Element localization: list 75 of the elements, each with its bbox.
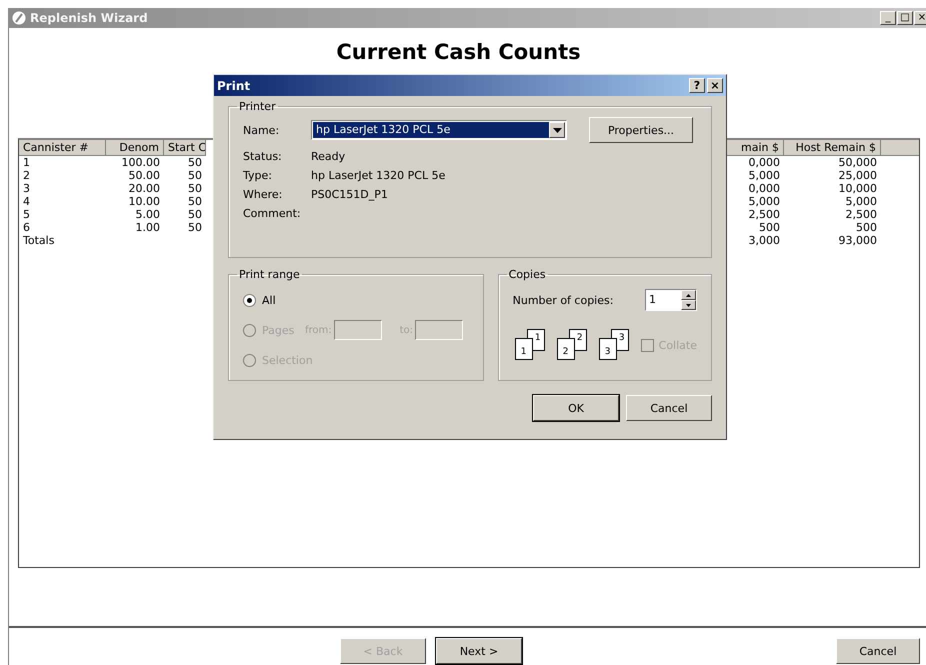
- table-cell-text: 0,000: [748, 156, 781, 169]
- properties-button[interactable]: Properties...: [589, 117, 693, 143]
- down-arrow-icon: [686, 304, 691, 306]
- window-control-button[interactable]: _: [880, 11, 896, 25]
- column-header[interactable]: main $: [725, 140, 784, 156]
- dialog-title: Print: [217, 78, 252, 92]
- table-cell-text: Totals: [22, 234, 56, 247]
- table-cell-text: 25,000: [838, 169, 878, 182]
- field-value: hp LaserJet 1320 PCL 5e: [311, 169, 446, 182]
- from-page-field[interactable]: [334, 320, 382, 340]
- group-label: Printer: [238, 100, 277, 113]
- table-cell-text: 10.00: [128, 195, 161, 208]
- table-cell-text: 500: [855, 221, 878, 234]
- up-arrow-icon: [686, 294, 691, 296]
- table-cell-text: 6: [22, 221, 31, 234]
- table-cell-text: 1: [22, 156, 31, 169]
- window-title: Replenish Wizard: [30, 11, 149, 25]
- field-label: Where:: [243, 188, 284, 201]
- table-cell-text: 10,000: [838, 182, 878, 195]
- table-cell-text: 20.00: [128, 182, 161, 195]
- page-sheet: 3: [598, 338, 617, 360]
- table-cell-text: 100.00: [120, 156, 161, 169]
- table-cell-text: 4: [22, 195, 31, 208]
- table-cell-text: 2,500: [748, 208, 781, 221]
- table-cell-text: 500: [758, 221, 781, 234]
- table-cell-text: 50,000: [838, 156, 878, 169]
- table-cell-text: 50: [187, 169, 203, 182]
- table-cell-text: 5,000: [844, 195, 878, 208]
- page-heading: Current Cash Counts: [335, 40, 582, 66]
- page-sheet: 1: [514, 338, 533, 360]
- column-header[interactable]: Denom: [106, 140, 164, 156]
- slash-circle-icon: [12, 11, 26, 25]
- table-cell-text: 50.00: [128, 169, 161, 182]
- column-header[interactable]: Cannister #: [19, 140, 106, 156]
- table-cell-text: 50: [187, 156, 203, 169]
- radio-option[interactable]: All: [243, 294, 305, 306]
- cancel-button[interactable]: Cancel: [836, 638, 920, 664]
- printer-dropdown[interactable]: hp LaserJet 1320 PCL 5e: [311, 120, 567, 140]
- window-control-button[interactable]: □: [897, 11, 913, 25]
- group-label: Copies: [508, 268, 547, 281]
- field-label: Status:: [243, 150, 283, 163]
- table-cell-text: 3,000: [748, 234, 781, 247]
- table-cell-text: 0,000: [748, 182, 781, 195]
- cancel-button[interactable]: Cancel: [626, 395, 712, 421]
- table-cell-text: 50: [187, 195, 203, 208]
- field-value: Ready: [311, 150, 346, 163]
- ok-button[interactable]: OK: [533, 395, 619, 421]
- field-label: Number of copies:: [512, 294, 614, 306]
- table-cell-text: 93,000: [838, 234, 878, 247]
- window-control-button[interactable]: ×: [914, 11, 926, 25]
- column-header[interactable]: [881, 140, 919, 156]
- table-cell-text: 1.00: [134, 221, 161, 234]
- field-value: PS0C151D_P1: [311, 188, 388, 201]
- close-button[interactable]: ×: [707, 78, 723, 93]
- table-cell-text: 50: [187, 182, 203, 195]
- field-label: Type:: [243, 169, 273, 182]
- to-page-field[interactable]: [415, 320, 464, 340]
- page-sheet: 2: [556, 338, 575, 360]
- table-cell-text: 5: [22, 208, 31, 221]
- table-cell-text: 5.00: [134, 208, 161, 221]
- table-cell-text: 50: [187, 208, 203, 221]
- group-label: Print range: [238, 268, 301, 281]
- dropdown-arrow-icon: [552, 128, 562, 132]
- copies-spinner[interactable]: 1: [645, 289, 697, 311]
- table-cell-text: 3: [22, 182, 31, 195]
- help-button[interactable]: ?: [689, 78, 705, 93]
- table-cell-text: 50: [187, 221, 203, 234]
- table-cell-text: 2,500: [844, 208, 878, 221]
- next-button[interactable]: Next >: [436, 638, 522, 664]
- column-header[interactable]: Host Remain $: [784, 140, 881, 156]
- table-cell-text: 2: [22, 169, 31, 182]
- field-label: Comment:: [243, 207, 302, 220]
- table-cell-text: 5,000: [748, 169, 781, 182]
- field-label: Name:: [243, 124, 280, 136]
- table-cell-text: 5,000: [748, 195, 781, 208]
